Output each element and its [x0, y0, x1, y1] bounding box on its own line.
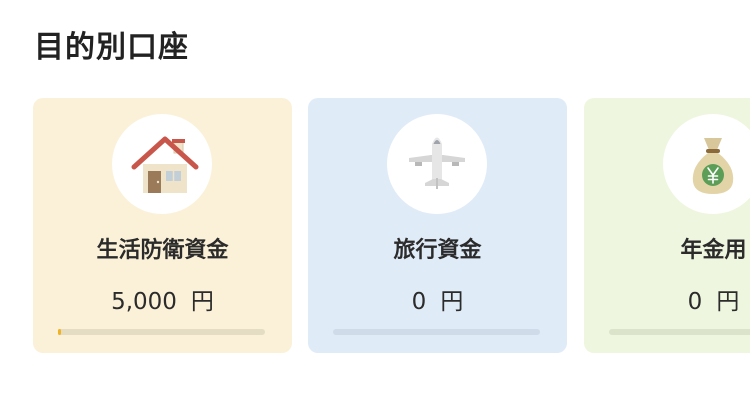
progress-bar: [58, 329, 265, 335]
account-amount: 0: [411, 289, 427, 315]
progress-bar: [333, 329, 540, 335]
house-icon: [131, 136, 199, 193]
account-name: 旅行資金: [393, 238, 482, 263]
currency-unit: 円: [190, 289, 214, 315]
account-amount: 0: [687, 289, 703, 315]
account-name: 生活防衛資金: [96, 238, 229, 263]
account-amount-row: 5,000 円: [33, 282, 292, 316]
account-name: 年金用: [680, 238, 747, 263]
account-card-emergency-fund[interactable]: 生活防衛資金 5,000 円: [33, 98, 292, 353]
progress-fill: [58, 329, 62, 335]
money-bag-icon: [692, 138, 734, 194]
account-amount-row: 0円: [308, 282, 567, 316]
airplane-icon: [409, 137, 465, 189]
currency-unit: 円: [440, 289, 464, 315]
section-title: 目的別口座: [34, 30, 189, 65]
account-amount: 5,000: [111, 289, 177, 315]
progress-bar: [609, 329, 750, 335]
purpose-accounts-page: 目的別口座 生活防衛資金 5,000 円 旅行資金 0 円 年金用 0 円: [0, 0, 750, 401]
icon-circle: [387, 114, 487, 214]
account-card-travel-fund[interactable]: 旅行資金 0円: [308, 98, 567, 353]
icon-circle: [112, 114, 212, 214]
currency-unit: 円: [716, 289, 740, 315]
account-amount-row: 0円: [584, 282, 750, 316]
icon-circle: [663, 114, 750, 214]
account-card-pension[interactable]: 年金用 0円: [584, 98, 750, 353]
